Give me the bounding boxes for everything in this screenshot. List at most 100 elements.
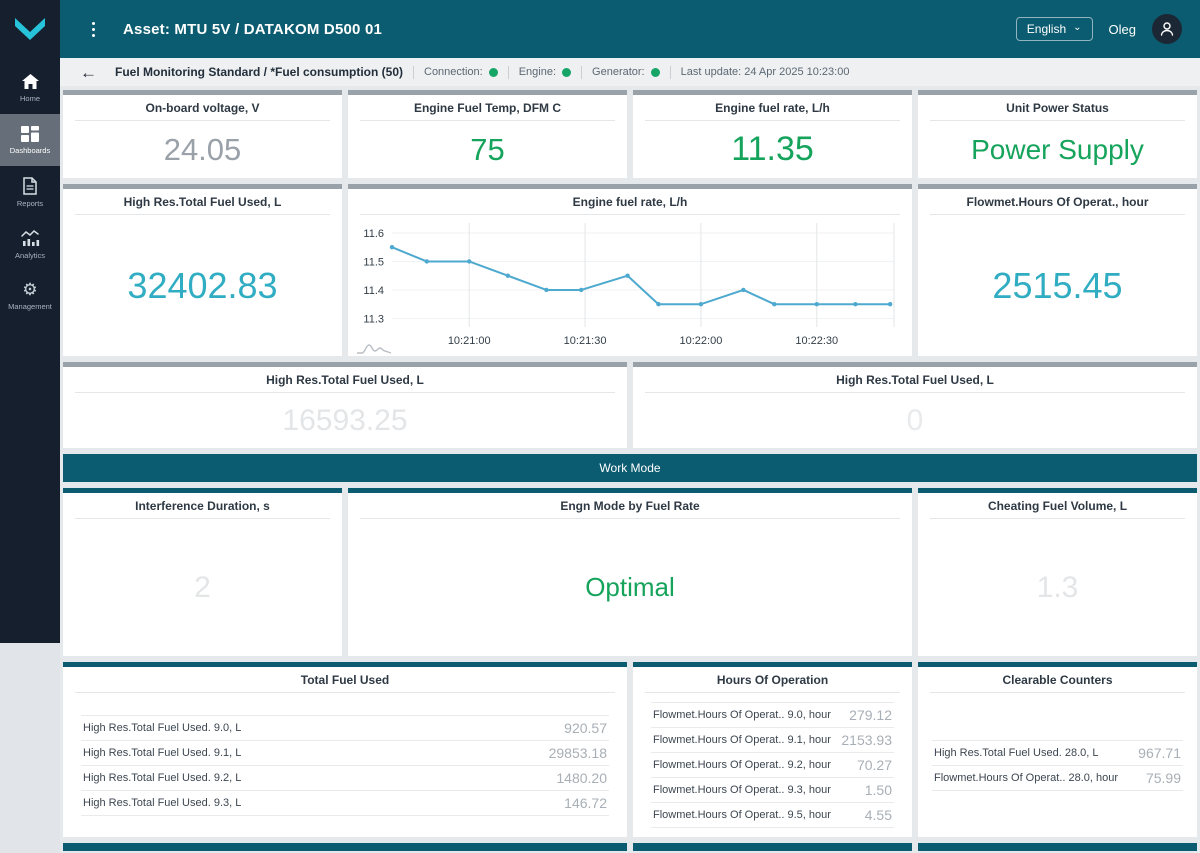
svg-text:11.3: 11.3 <box>363 313 384 325</box>
svg-text:10:21:00: 10:21:00 <box>448 335 491 347</box>
table-row: High Res.Total Fuel Used. 9.1, L 29853.1… <box>81 739 609 765</box>
language-label: English <box>1026 22 1067 36</box>
chart-navigator-icon[interactable] <box>356 341 392 355</box>
widget-flowmeter-hours: Flowmet.Hours Of Operat., hour 2515.45 <box>918 184 1197 356</box>
widget-title: Engine Fuel Temp, DFM C <box>413 101 562 115</box>
gear-icon: ⚙ <box>22 280 38 299</box>
language-select[interactable]: English ⌄ <box>1015 17 1093 41</box>
table-row: High Res.Total Fuel Used. 9.3, L 146.72 <box>81 789 609 816</box>
home-icon <box>21 74 39 89</box>
dashboard-subheader: ← Fuel Monitoring Standard / *Fuel consu… <box>60 58 1200 86</box>
widget-fuel-rate-chart: Engine fuel rate, L/h 11.3 11.4 11.5 11.6 10… <box>348 184 912 356</box>
sidebar-item-management[interactable]: ⚙ Management <box>0 270 60 322</box>
widget-value: 0 <box>906 403 924 437</box>
user-avatar[interactable] <box>1152 14 1182 44</box>
sidebar-item-dashboards[interactable]: Dashboards <box>0 114 60 166</box>
table-hours-of-operation: Hours Of Operation Flowmet.Hours Of Oper… <box>633 662 912 837</box>
work-mode-label: Work Mode <box>599 461 661 475</box>
last-update-text: Last update: 24 Apr 2025 10:23:00 <box>680 66 850 78</box>
widget-value: 32402.83 <box>127 264 278 306</box>
table-row: Flowmet.Hours Of Operat.. 9.2, hour 70.2… <box>651 752 894 777</box>
table-clearable-counters: Clearable Counters High Res.Total Fuel U… <box>918 662 1197 837</box>
engine-status-dot <box>562 67 572 77</box>
sidebar-nav: Home Dashboards Reports Analytics ⚙ Mana… <box>0 58 60 643</box>
next-widget-strip <box>633 843 912 851</box>
sidebar-item-reports[interactable]: Reports <box>0 166 60 218</box>
table-row: Flowmet.Hours Of Operat.. 9.3, hour 1.50 <box>651 777 894 802</box>
widget-title: Engn Mode by Fuel Rate <box>560 499 700 513</box>
widget-engn-mode: Engn Mode by Fuel Rate Optimal <box>348 488 912 656</box>
widget-value: 11.35 <box>731 130 814 168</box>
sidebar-item-label: Analytics <box>14 250 45 260</box>
widget-total-fuel-used-2: High Res.Total Fuel Used, L 16593.25 <box>63 362 627 448</box>
kebab-menu-icon[interactable] <box>88 18 99 41</box>
sidebar-item-home[interactable]: Home <box>0 62 60 114</box>
person-icon <box>1160 22 1174 36</box>
app-logo[interactable] <box>0 0 60 58</box>
dashboards-icon <box>21 125 39 142</box>
work-mode-banner: Work Mode <box>63 454 1197 482</box>
table-row: High Res.Total Fuel Used. 9.2, L 1480.20 <box>81 764 609 790</box>
back-arrow-button[interactable]: ← <box>80 64 97 81</box>
analytics-icon <box>21 229 40 246</box>
widget-value: 2515.45 <box>992 264 1123 306</box>
sidebar-item-label: Reports <box>16 198 44 208</box>
reports-icon <box>23 176 37 195</box>
chart-title: Engine fuel rate, L/h <box>572 195 688 209</box>
svg-text:11.5: 11.5 <box>363 256 384 268</box>
widget-value: Optimal <box>585 572 675 602</box>
sidebar-item-label: Management <box>8 302 52 311</box>
table-title: Hours Of Operation <box>716 673 829 687</box>
svg-text:10:21:30: 10:21:30 <box>564 335 607 347</box>
sidebar-item-label: Home <box>19 94 40 103</box>
widget-title: On-board voltage, V <box>145 101 260 115</box>
status-generator: Generator: <box>592 66 660 78</box>
widget-title: Unit Power Status <box>1006 101 1109 115</box>
svg-text:11.4: 11.4 <box>363 285 384 297</box>
table-row: Flowmet.Hours Of Operat.. 9.1, hour 2153… <box>651 727 894 752</box>
asset-title: Asset: MTU 5V / DATAKOM D500 01 <box>123 20 383 38</box>
widget-value: 24.05 <box>163 131 242 167</box>
widget-onboard-voltage: On-board voltage, V 24.05 <box>63 90 342 178</box>
widget-value: Power Supply <box>971 133 1144 165</box>
next-widget-strip <box>63 843 627 851</box>
widget-total-fuel-used: High Res.Total Fuel Used, L 32402.83 <box>63 184 342 356</box>
widget-engine-fuel-rate: Engine fuel rate, L/h 11.35 <box>633 90 912 178</box>
svg-text:10:22:30: 10:22:30 <box>795 335 838 347</box>
widget-title: High Res.Total Fuel Used, L <box>123 195 282 209</box>
sidebar-empty-area <box>0 643 60 853</box>
widget-engine-fuel-temp: Engine Fuel Temp, DFM C 75 <box>348 90 627 178</box>
generator-status-dot <box>650 67 660 77</box>
widget-title: Cheating Fuel Volume, L <box>987 499 1128 513</box>
status-connection: Connection: <box>424 66 498 78</box>
table-title: Clearable Counters <box>1002 673 1113 687</box>
sidebar-item-label: Dashboards <box>9 145 51 155</box>
breadcrumb: Fuel Monitoring Standard / *Fuel consump… <box>115 65 403 79</box>
chevron-down-icon: ⌄ <box>1073 22 1082 33</box>
table-total-fuel-used: Total Fuel Used High Res.Total Fuel Used… <box>63 662 627 837</box>
fuel-rate-line-chart: 11.3 11.4 11.5 11.6 10:21:00 10:21:30 10:22:00… <box>363 223 895 347</box>
widget-title: High Res.Total Fuel Used, L <box>266 373 424 387</box>
dashboard-grid: On-board voltage, V 24.05 Engine Fuel Te… <box>60 86 1200 853</box>
connection-status-dot <box>488 67 498 77</box>
svg-text:10:22:00: 10:22:00 <box>680 335 723 347</box>
sidebar-item-analytics[interactable]: Analytics <box>0 218 60 270</box>
widget-unit-power-status: Unit Power Status Power Supply <box>918 90 1197 178</box>
widget-interference-duration: Interference Duration, s 2 <box>63 488 342 656</box>
table-row: Flowmet.Hours Of Operat.. 9.0, hour 279.… <box>651 702 894 727</box>
widget-total-fuel-used-3: High Res.Total Fuel Used, L 0 <box>633 362 1197 448</box>
top-bar: Asset: MTU 5V / DATAKOM D500 01 English … <box>60 0 1200 58</box>
table-row: Flowmet.Hours Of Operat.. 9.5, hour 4.55 <box>651 802 894 828</box>
table-row: Flowmet.Hours Of Operat.. 28.0, hour 75.… <box>932 764 1183 791</box>
widget-title: Flowmet.Hours Of Operat., hour <box>966 195 1149 209</box>
table-title: Total Fuel Used <box>300 673 390 687</box>
status-engine: Engine: <box>519 66 572 78</box>
next-widget-strip <box>918 843 1197 851</box>
widget-title: Interference Duration, s <box>135 499 270 513</box>
svg-text:11.6: 11.6 <box>363 228 384 240</box>
widget-value: 75 <box>470 131 505 167</box>
widget-title: High Res.Total Fuel Used, L <box>836 373 994 387</box>
widget-value: 16593.25 <box>282 403 408 437</box>
line-chart[interactable]: 11.3 11.4 11.5 11.6 10:21:00 10:21:30 10:22:00… <box>348 215 912 356</box>
logo-chevron-icon <box>15 18 45 40</box>
